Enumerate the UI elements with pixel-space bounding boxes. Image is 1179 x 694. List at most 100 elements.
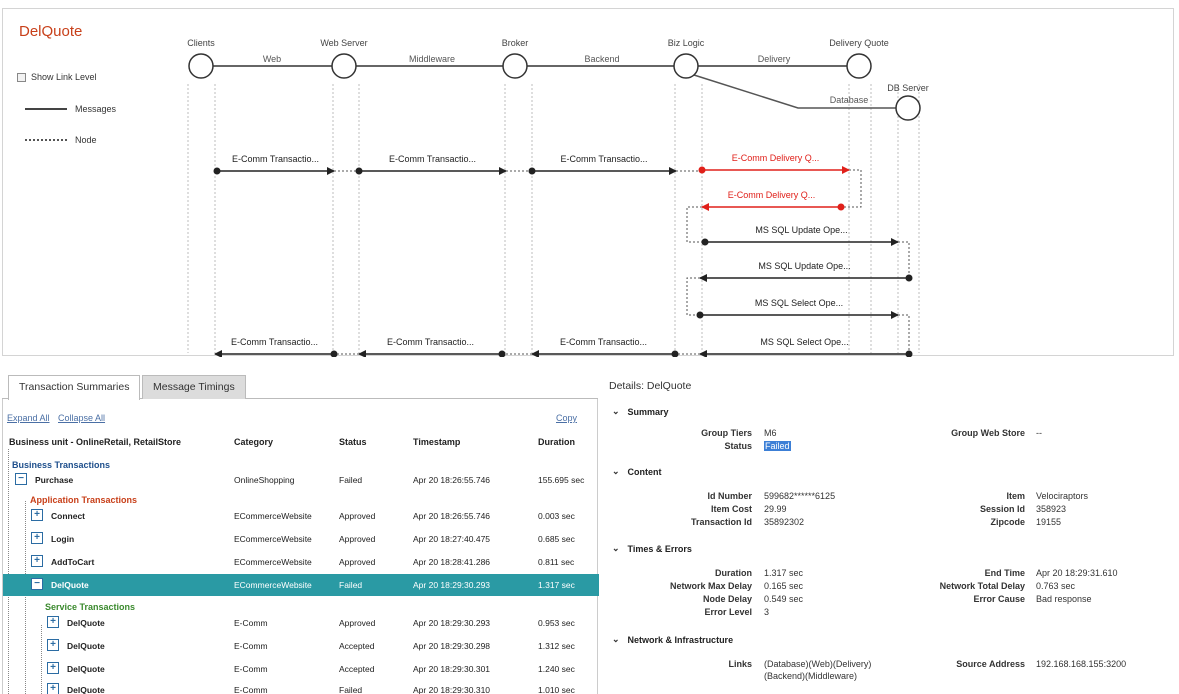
message-label: E-Comm Transactio... bbox=[560, 154, 647, 164]
section-summary[interactable]: ⌄ Summary bbox=[612, 406, 669, 417]
id-number-label: Id Number bbox=[707, 491, 752, 501]
message-label: E-Comm Delivery Q... bbox=[732, 153, 820, 163]
checkbox-icon[interactable] bbox=[17, 72, 26, 82]
end-time-value: Apr 20 18:29:31.610 bbox=[1036, 568, 1118, 578]
node-circle bbox=[895, 95, 921, 121]
column-header-status[interactable]: Status bbox=[339, 437, 367, 447]
show-link-level-toggle[interactable]: Show Link Level bbox=[17, 72, 97, 82]
chevron-down-icon[interactable]: ⌄ bbox=[612, 406, 620, 417]
copy-link[interactable]: Copy bbox=[556, 413, 577, 423]
app-title: DelQuote bbox=[19, 23, 83, 40]
table-row[interactable]: + DelQuote E-Comm Approved Apr 20 18:29:… bbox=[3, 612, 599, 634]
solid-line-icon bbox=[25, 108, 67, 110]
legend-messages: Messages bbox=[25, 104, 116, 114]
message-origin-dot bbox=[696, 311, 704, 319]
group-application-transactions: Application Transactions bbox=[30, 495, 138, 505]
network-total-delay-value: 0.763 sec bbox=[1036, 581, 1076, 591]
message-label: E-Comm Delivery Q... bbox=[728, 190, 816, 200]
expand-icon[interactable]: + bbox=[47, 616, 59, 628]
group-web-store-value: -- bbox=[1036, 428, 1042, 438]
tab-message-timings[interactable]: Message Timings bbox=[142, 375, 246, 399]
node-circle bbox=[673, 53, 699, 79]
error-level-label: Error Level bbox=[704, 607, 752, 617]
node-circle bbox=[331, 53, 357, 79]
hop-connector bbox=[841, 169, 862, 208]
chevron-down-icon[interactable]: ⌄ bbox=[612, 634, 620, 645]
id-number-value: 599682******6125 bbox=[764, 491, 836, 501]
end-time-label: End Time bbox=[984, 568, 1025, 578]
message-origin-dot bbox=[355, 167, 363, 175]
expand-icon[interactable]: + bbox=[47, 639, 59, 651]
table-row[interactable]: − Purchase OnlineShopping Failed Apr 20 … bbox=[3, 469, 599, 491]
column-header-duration[interactable]: Duration bbox=[538, 437, 575, 447]
table-row[interactable]: + Login ECommerceWebsite Approved Apr 20… bbox=[3, 528, 599, 550]
expand-icon[interactable]: + bbox=[47, 683, 59, 694]
chevron-down-icon[interactable]: ⌄ bbox=[612, 466, 620, 477]
source-address-label: Source Address bbox=[956, 659, 1025, 669]
details-title: Details: DelQuote bbox=[609, 380, 692, 392]
zipcode-label: Zipcode bbox=[990, 517, 1025, 527]
network-max-delay-value: 0.165 sec bbox=[764, 581, 804, 591]
table-row[interactable]: + DelQuote E-Comm Accepted Apr 20 18:29:… bbox=[3, 658, 599, 680]
dotted-line-icon bbox=[25, 139, 67, 141]
hop-connector bbox=[686, 277, 700, 316]
table-row-selected[interactable]: − DelQuote ECommerceWebsite Failed Apr 2… bbox=[3, 574, 599, 596]
link-label: Web bbox=[263, 54, 281, 64]
message-label: MS SQL Select Ope... bbox=[755, 298, 843, 308]
table-row[interactable]: + AddToCart ECommerceWebsite Approved Ap… bbox=[3, 551, 599, 573]
chevron-down-icon[interactable]: ⌄ bbox=[612, 543, 620, 554]
column-header-timestamp[interactable]: Timestamp bbox=[413, 437, 460, 447]
group-tiers-label: Group Tiers bbox=[701, 428, 752, 438]
item-label: Item bbox=[1006, 491, 1025, 501]
message-origin-dot bbox=[671, 350, 679, 357]
expand-icon[interactable]: + bbox=[31, 532, 43, 544]
message-label: E-Comm Transactio... bbox=[560, 337, 647, 347]
links-value-line2: (Backend)(Middleware) bbox=[764, 671, 858, 681]
sequence-diagram: Web Middleware Backend Delivery Database Clie… bbox=[187, 38, 929, 357]
table-row[interactable]: + DelQuote E-Comm Accepted Apr 20 18:29:… bbox=[3, 635, 599, 657]
section-times-errors[interactable]: ⌄ Times & Errors bbox=[612, 543, 692, 554]
collapse-icon[interactable]: − bbox=[15, 473, 27, 485]
expand-icon[interactable]: + bbox=[31, 555, 43, 567]
message-origin-dot bbox=[905, 350, 913, 357]
section-content[interactable]: ⌄ Content bbox=[612, 466, 662, 477]
legend-node: Node bbox=[25, 135, 97, 145]
item-value: Velociraptors bbox=[1036, 491, 1089, 501]
node-delay-label: Node Delay bbox=[702, 594, 752, 604]
zipcode-value: 19155 bbox=[1036, 517, 1062, 527]
column-header-category[interactable]: Category bbox=[234, 437, 273, 447]
collapse-icon[interactable]: − bbox=[31, 578, 43, 590]
expand-icon[interactable]: + bbox=[47, 662, 59, 674]
node-circle bbox=[502, 53, 528, 79]
duration-value: 1.317 sec bbox=[764, 568, 804, 578]
table-row[interactable]: + DelQuote E-Comm Failed Apr 20 18:29:30… bbox=[3, 679, 599, 694]
expand-icon[interactable]: + bbox=[31, 509, 43, 521]
hop-connector bbox=[898, 314, 910, 354]
message-label: E-Comm Transactio... bbox=[387, 337, 474, 347]
link-label: Backend bbox=[584, 54, 619, 64]
item-cost-label: Item Cost bbox=[710, 504, 752, 514]
node-label: Biz Logic bbox=[668, 38, 705, 48]
message-origin-dot bbox=[698, 166, 706, 174]
status-badge: Failed bbox=[764, 441, 791, 451]
node-label: Broker bbox=[502, 38, 529, 48]
collapse-all-link[interactable]: Collapse All bbox=[58, 413, 105, 423]
item-cost-value: 29.99 bbox=[764, 504, 787, 514]
group-service-transactions: Service Transactions bbox=[45, 602, 136, 612]
message-origin-dot bbox=[213, 167, 221, 175]
transaction-id-value: 35892302 bbox=[764, 517, 805, 527]
group-web-store-label: Group Web Store bbox=[951, 428, 1025, 438]
section-network-infrastructure[interactable]: ⌄ Network & Infrastructure bbox=[612, 634, 733, 645]
tab-transaction-summaries[interactable]: Transaction Summaries bbox=[8, 375, 141, 400]
source-address-value: 192.168.168.155:3200 bbox=[1036, 659, 1127, 669]
node-label: Clients bbox=[187, 38, 215, 48]
expand-all-link[interactable]: Expand All bbox=[7, 413, 50, 423]
message-origin-dot bbox=[528, 167, 536, 175]
column-header-name[interactable]: Business unit - OnlineRetail, RetailStor… bbox=[9, 437, 181, 447]
message-label: MS SQL Update Ope... bbox=[755, 225, 847, 235]
session-id-value: 358923 bbox=[1036, 504, 1067, 514]
sequence-diagram-panel: Web Middleware Backend Delivery Database Clie… bbox=[2, 8, 1174, 357]
node-delay-value: 0.549 sec bbox=[764, 594, 804, 604]
node-label: Delivery Quote bbox=[829, 38, 889, 48]
table-row[interactable]: + Connect ECommerceWebsite Approved Apr … bbox=[3, 505, 599, 527]
